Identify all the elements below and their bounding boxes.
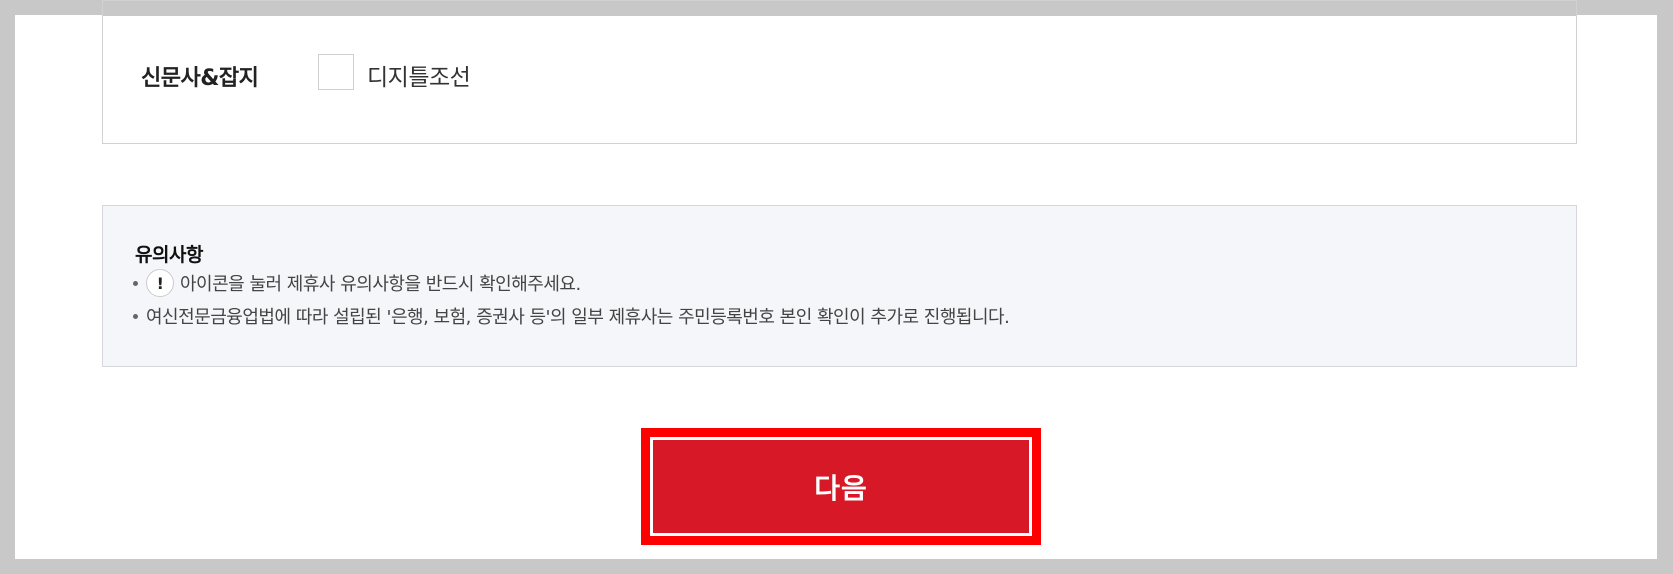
digital-chosun-label[interactable]: 디지틀조선 <box>367 58 471 92</box>
bullet-icon <box>133 313 138 319</box>
notice-item: ! 아이콘을 눌러 제휴사 유의사항을 반드시 확인해주세요. <box>133 269 581 297</box>
media-category-box: 신문사&잡지 디지틀조선 <box>102 0 1577 144</box>
next-button[interactable]: 다음 <box>650 437 1032 536</box>
page: 신문사&잡지 디지틀조선 유의사항 ! 아이콘을 눌러 제휴사 유의사항을 반드… <box>15 0 1657 559</box>
notice-item-text: 아이콘을 눌러 제휴사 유의사항을 반드시 확인해주세요. <box>180 274 581 295</box>
digital-chosun-checkbox[interactable] <box>318 54 354 90</box>
category-label: 신문사&잡지 <box>141 66 259 91</box>
notice-title: 유의사항 <box>135 244 203 266</box>
media-category-row: 신문사&잡지 디지틀조선 <box>103 16 1576 144</box>
notice-item-text: 여신전문금융업법에 따라 설립된 '은행, 보험, 증권사 등'의 일부 제휴사… <box>146 307 1010 328</box>
notice-box: 유의사항 ! 아이콘을 눌러 제휴사 유의사항을 반드시 확인해주세요. 여신전… <box>102 205 1577 367</box>
exclamation-icon: ! <box>146 269 174 297</box>
notice-item: 여신전문금융업법에 따라 설립된 '은행, 보험, 증권사 등'의 일부 제휴사… <box>133 303 1010 329</box>
bullet-icon <box>133 280 138 286</box>
next-button-highlight: 다음 <box>641 428 1041 545</box>
previous-section-edge <box>103 1 1576 16</box>
